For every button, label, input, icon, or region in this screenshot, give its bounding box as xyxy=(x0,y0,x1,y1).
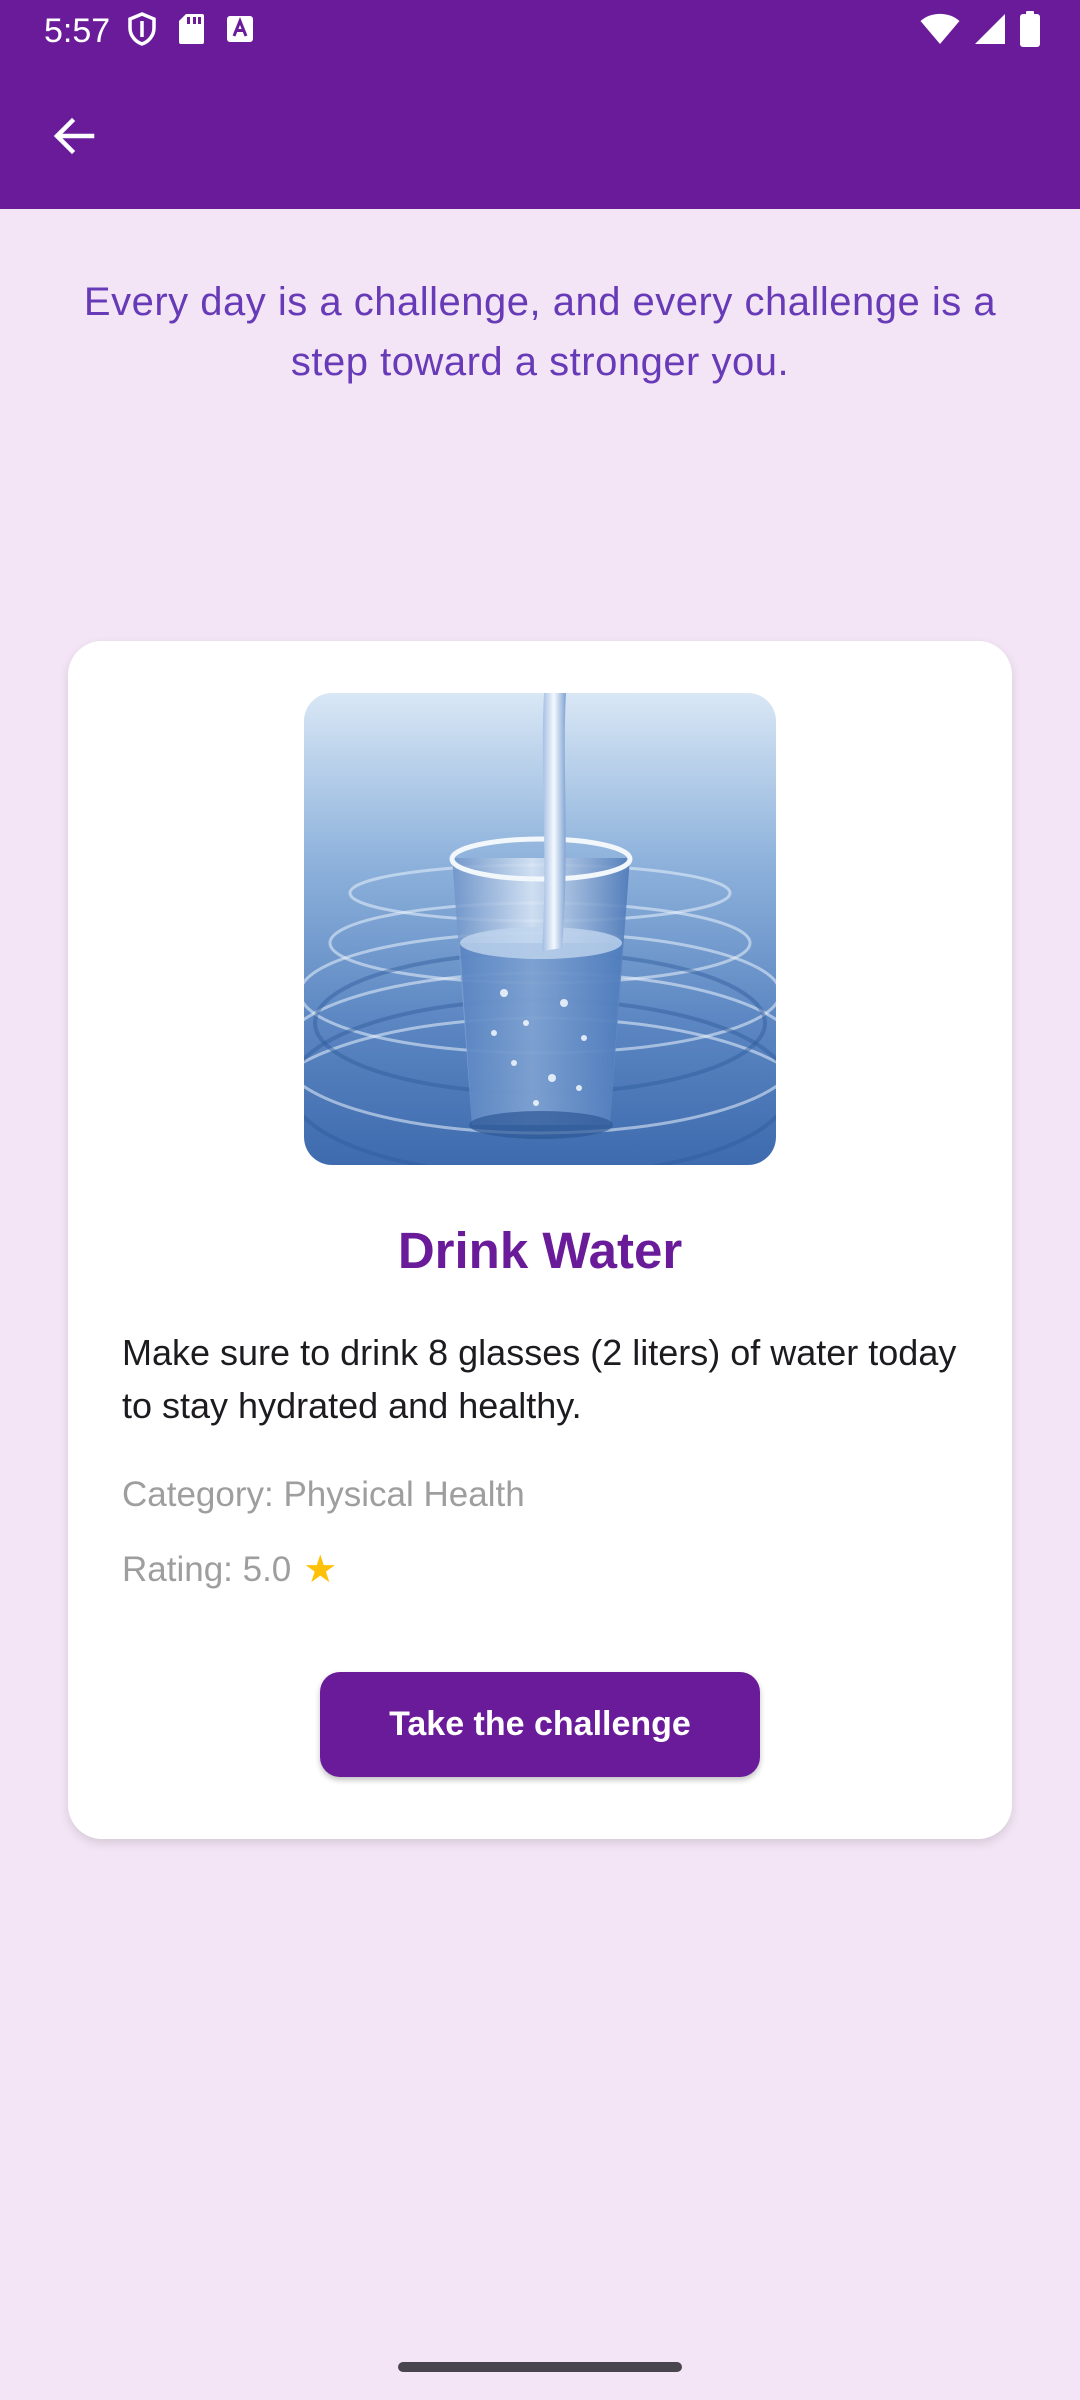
challenge-rating: Rating: 5.0 ★ xyxy=(122,1545,337,1595)
text-a-icon xyxy=(226,15,254,48)
challenge-card: Drink Water Make sure to drink 8 glasses… xyxy=(68,641,1012,1839)
rating-text: Rating: 5.0 xyxy=(122,1550,292,1589)
sd-card-icon xyxy=(178,13,204,50)
shield-icon xyxy=(128,11,156,51)
challenge-image xyxy=(304,693,776,1165)
challenge-title: Drink Water xyxy=(397,1222,683,1279)
challenge-description: Make sure to drink 8 glasses (2 liters) … xyxy=(122,1332,957,1426)
battery-icon xyxy=(1020,10,1040,52)
back-button[interactable] xyxy=(36,100,112,176)
app-bar: 5:57 xyxy=(0,0,1080,209)
status-icons-right xyxy=(920,10,1040,52)
star-icon: ★ xyxy=(303,1549,338,1591)
status-icons-left xyxy=(128,11,254,51)
signal-icon xyxy=(974,13,1006,50)
take-challenge-button[interactable]: Take the challenge xyxy=(320,1672,760,1777)
arrow-back-icon xyxy=(52,114,96,163)
status-time: 5:57 xyxy=(44,12,111,50)
motivational-quote: Every day is a challenge, and every chal… xyxy=(83,280,997,384)
challenge-category: Category: Physical Health xyxy=(122,1475,525,1514)
home-indicator[interactable] xyxy=(398,2362,682,2372)
status-bar: 5:57 xyxy=(0,0,1080,62)
wifi-icon xyxy=(920,13,960,50)
